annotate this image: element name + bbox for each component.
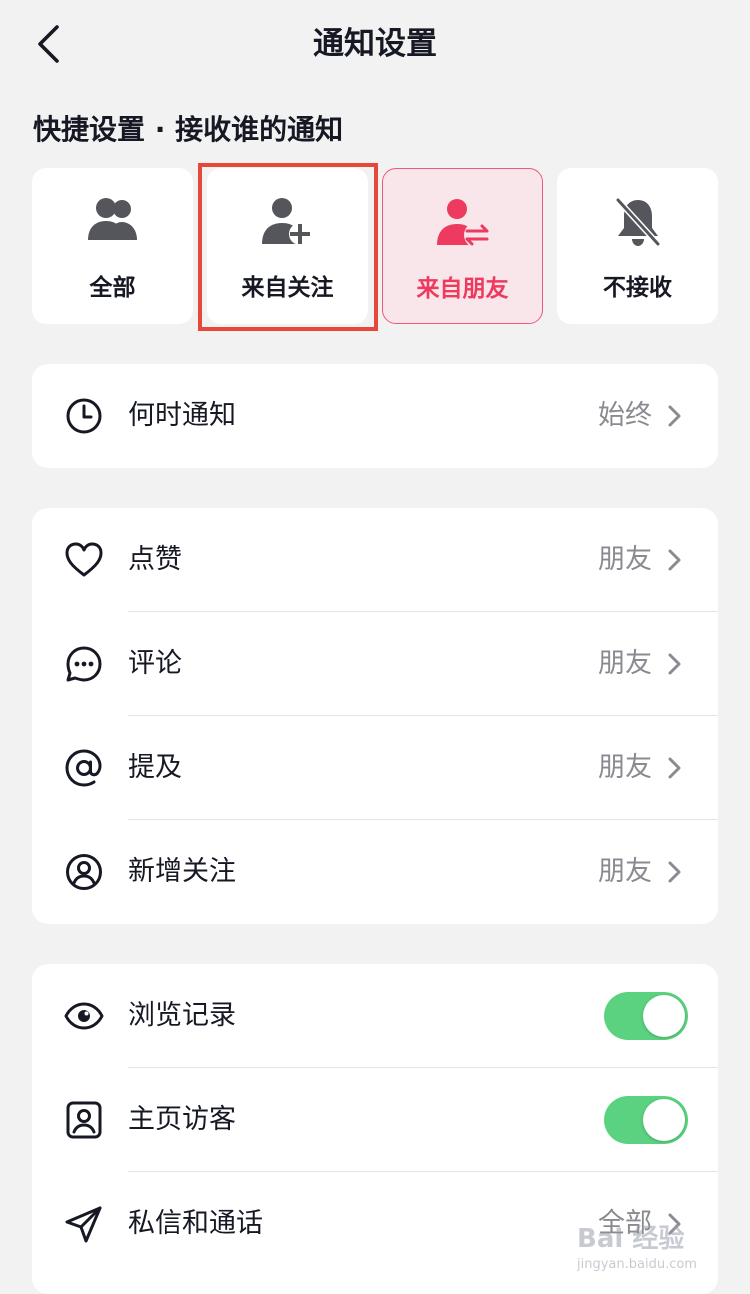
header-bar: 通知设置 xyxy=(0,0,750,90)
user-add-icon xyxy=(261,198,311,245)
interactions-card: 点赞 朋友 评论 朋友 提及 朋友 新增关注 朋友 xyxy=(32,508,718,924)
quick-settings-options: 全部 来自关注 来自朋友 不接收 xyxy=(32,168,718,324)
row-likes[interactable]: 点赞 朋友 xyxy=(32,508,718,612)
watermark-logo-text: Bai 经验 xyxy=(577,1224,685,1254)
row-browse-history: 浏览记录 xyxy=(32,964,718,1068)
send-icon xyxy=(65,1206,102,1243)
quick-option-friends[interactable]: 来自朋友 xyxy=(382,168,543,324)
row-value: 朋友 xyxy=(598,544,652,575)
user-circle-icon xyxy=(66,854,102,890)
chevron-right-icon xyxy=(668,861,681,883)
row-label: 主页访客 xyxy=(128,1104,236,1135)
quick-option-label: 来自关注 xyxy=(241,275,334,301)
row-value: 始终 xyxy=(598,400,652,431)
quick-option-all[interactable]: 全部 xyxy=(32,168,193,324)
row-profile-visitors: 主页访客 xyxy=(32,1068,718,1172)
row-label: 浏览记录 xyxy=(128,1000,236,1031)
row-value: 朋友 xyxy=(598,648,652,679)
watermark-url: jingyan.baidu.com xyxy=(577,1257,697,1272)
eye-icon xyxy=(64,1002,104,1030)
quick-option-none[interactable]: 不接收 xyxy=(557,168,718,324)
chevron-right-icon xyxy=(668,405,681,427)
toggle-knob xyxy=(643,1099,685,1141)
row-comments[interactable]: 评论 朋友 xyxy=(32,612,718,716)
row-label: 评论 xyxy=(128,648,182,679)
row-value: 朋友 xyxy=(598,752,652,783)
row-value: 朋友 xyxy=(598,856,652,887)
portrait-icon xyxy=(66,1101,102,1139)
user-exchange-icon xyxy=(436,199,490,248)
baidu-jingyan-watermark: Bai 经验 jingyan.baidu.com xyxy=(577,1222,737,1282)
clock-icon xyxy=(66,398,102,434)
row-new-followers[interactable]: 新增关注 朋友 xyxy=(32,820,718,924)
heart-icon xyxy=(65,542,103,577)
when-notify-card: 何时通知 始终 xyxy=(32,364,718,468)
chevron-right-icon xyxy=(668,653,681,675)
row-when-notify[interactable]: 何时通知 始终 xyxy=(32,364,718,468)
row-mentions[interactable]: 提及 朋友 xyxy=(32,716,718,820)
profile-visitors-toggle[interactable] xyxy=(604,1096,688,1144)
quick-option-label: 不接收 xyxy=(603,275,672,301)
quick-option-label: 来自朋友 xyxy=(416,276,509,302)
section-title-quick-settings: 快捷设置 · 接收谁的通知 xyxy=(33,113,344,146)
quick-option-label: 全部 xyxy=(89,275,136,301)
bell-off-icon xyxy=(615,197,660,247)
chevron-right-icon xyxy=(668,549,681,571)
row-label: 私信和通话 xyxy=(128,1208,263,1239)
row-label: 点赞 xyxy=(128,544,182,575)
row-label: 新增关注 xyxy=(128,856,236,887)
at-icon xyxy=(65,749,102,787)
users-icon xyxy=(87,198,137,240)
comment-icon xyxy=(66,646,102,682)
chevron-right-icon xyxy=(668,757,681,779)
toggle-knob xyxy=(643,995,685,1037)
row-label: 何时通知 xyxy=(128,400,236,431)
page-title: 通知设置 xyxy=(313,26,437,62)
quick-option-following[interactable]: 来自关注 xyxy=(207,168,368,324)
row-label: 提及 xyxy=(128,752,182,783)
browse-history-toggle[interactable] xyxy=(604,992,688,1040)
